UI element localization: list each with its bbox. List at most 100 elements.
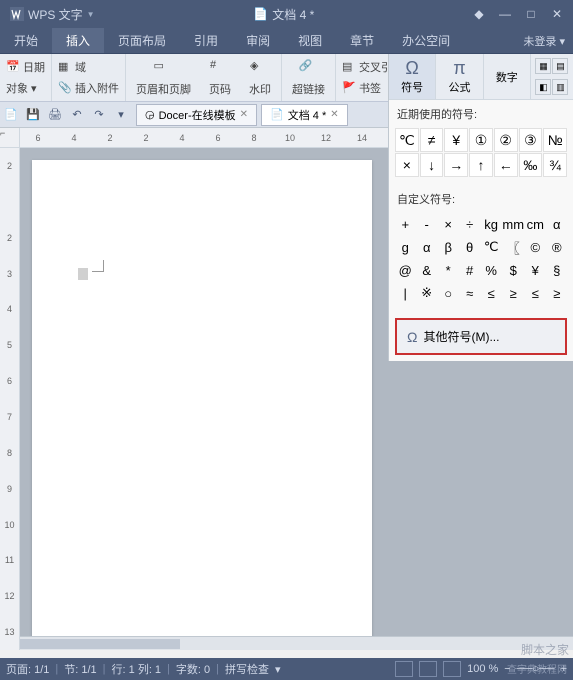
- symbol-cell[interactable]: ÷: [459, 213, 479, 235]
- page-number-button[interactable]: #页码: [203, 57, 237, 99]
- symbol-cell[interactable]: mm: [502, 213, 524, 235]
- menu-layout[interactable]: 页面布局: [104, 28, 180, 53]
- symbol-cell[interactable]: |: [395, 282, 415, 304]
- symbol-cell[interactable]: ¥: [525, 259, 545, 281]
- symbol-cell[interactable]: ←: [494, 153, 518, 177]
- doc-tab-current[interactable]: 📄 文档 4 * ✕: [261, 104, 348, 126]
- mini-btn-1[interactable]: ▦: [535, 58, 551, 74]
- field-button[interactable]: ▦域: [56, 58, 121, 76]
- attachment-button[interactable]: 📎插入附件: [56, 79, 121, 97]
- hyperlink-button[interactable]: 🔗超链接: [286, 57, 331, 99]
- math-tab[interactable]: 数字: [484, 54, 531, 99]
- doc-tab-docer[interactable]: ◶ Docer-在线模板 ✕: [136, 104, 257, 126]
- help-button[interactable]: ◆: [467, 4, 491, 24]
- zoom-level[interactable]: 100 %: [467, 663, 498, 675]
- symbol-cell[interactable]: ≈: [459, 282, 479, 304]
- symbol-cell[interactable]: ‰: [519, 153, 543, 177]
- print-button[interactable]: 🖨: [44, 104, 66, 126]
- symbol-cell[interactable]: *: [438, 259, 458, 281]
- app-menu[interactable]: WPS 文字 ▼: [4, 6, 101, 23]
- zoom-out-button[interactable]: −: [504, 663, 510, 675]
- symbol-cell[interactable]: ①: [469, 128, 493, 152]
- scrollbar-horizontal[interactable]: [20, 636, 573, 650]
- symbol-cell[interactable]: @: [395, 259, 415, 281]
- symbol-cell[interactable]: →: [444, 153, 468, 177]
- symbol-cell[interactable]: ※: [416, 282, 436, 304]
- symbol-cell[interactable]: &: [416, 259, 436, 281]
- symbol-cell[interactable]: %: [481, 259, 501, 281]
- symbol-cell[interactable]: cm: [525, 213, 545, 235]
- symbol-cell[interactable]: $: [502, 259, 524, 281]
- symbol-cell[interactable]: ¾: [543, 153, 567, 177]
- symbol-cell[interactable]: §: [547, 259, 567, 281]
- header-footer-button[interactable]: ▭页眉和页脚: [130, 57, 197, 99]
- undo-button[interactable]: ↶: [66, 104, 88, 126]
- symbol-cell[interactable]: ≤: [481, 282, 501, 304]
- symbol-cell[interactable]: ↑: [469, 153, 493, 177]
- view-mode-2[interactable]: [419, 661, 437, 677]
- qat-more-button[interactable]: ▾: [110, 104, 132, 126]
- symbol-cell[interactable]: ③: [519, 128, 543, 152]
- menu-chapter[interactable]: 章节: [336, 28, 388, 53]
- symbol-cell[interactable]: β: [438, 236, 458, 258]
- symbol-cell[interactable]: α: [416, 236, 436, 258]
- other-symbols-button[interactable]: Ω 其他符号(M)...: [395, 318, 567, 355]
- symbol-cell[interactable]: ↓: [420, 153, 444, 177]
- symbol-cell[interactable]: ¥: [444, 128, 468, 152]
- symbol-cell[interactable]: -: [416, 213, 436, 235]
- symbol-cell[interactable]: +: [395, 213, 415, 235]
- symbol-cell[interactable]: ≠: [420, 128, 444, 152]
- symbol-cell[interactable]: ≥: [547, 282, 567, 304]
- close-button[interactable]: ✕: [545, 4, 569, 24]
- status-position[interactable]: 行: 1 列: 1: [112, 661, 162, 677]
- mini-btn-2[interactable]: ▤: [552, 58, 568, 74]
- mini-btn-3[interactable]: ◧: [535, 79, 551, 95]
- status-spellcheck[interactable]: 拼写检查: [225, 661, 269, 677]
- symbol-cell[interactable]: 〖: [502, 236, 524, 258]
- symbol-tab[interactable]: Ω 符号: [389, 54, 436, 99]
- status-page[interactable]: 页面: 1/1: [6, 661, 49, 677]
- view-mode-3[interactable]: [443, 661, 461, 677]
- menu-review[interactable]: 审阅: [232, 28, 284, 53]
- zoom-slider[interactable]: ──○──: [517, 663, 555, 675]
- menu-reference[interactable]: 引用: [180, 28, 232, 53]
- status-words[interactable]: 字数: 0: [176, 661, 210, 677]
- symbol-cell[interactable]: ℃: [395, 128, 419, 152]
- symbol-cell[interactable]: ○: [438, 282, 458, 304]
- symbol-cell[interactable]: ℃: [481, 236, 501, 258]
- symbol-cell[interactable]: ≤: [525, 282, 545, 304]
- document-page[interactable]: [32, 160, 372, 640]
- close-icon[interactable]: ✕: [240, 109, 248, 120]
- symbol-cell[interactable]: ×: [438, 213, 458, 235]
- object-button[interactable]: 对象▾: [4, 79, 47, 97]
- save-button[interactable]: 💾: [22, 104, 44, 126]
- view-mode-1[interactable]: [395, 661, 413, 677]
- symbol-cell[interactable]: ②: [494, 128, 518, 152]
- equation-tab[interactable]: π π 公式 公式: [436, 54, 483, 99]
- symbol-cell[interactable]: ©: [525, 236, 545, 258]
- new-button[interactable]: 📄: [0, 104, 22, 126]
- symbol-cell[interactable]: ≥: [502, 282, 524, 304]
- symbol-cell[interactable]: ×: [395, 153, 419, 177]
- minimize-button[interactable]: —: [493, 4, 517, 24]
- status-section[interactable]: 节: 1/1: [64, 661, 96, 677]
- menu-view[interactable]: 视图: [284, 28, 336, 53]
- symbol-cell[interactable]: g: [395, 236, 415, 258]
- symbol-cell[interactable]: kg: [481, 213, 501, 235]
- symbol-cell[interactable]: θ: [459, 236, 479, 258]
- scrollbar-thumb[interactable]: [20, 639, 180, 649]
- menu-workspace[interactable]: 办公空间: [388, 28, 464, 53]
- redo-button[interactable]: ↷: [88, 104, 110, 126]
- mini-btn-4[interactable]: ▥: [552, 79, 568, 95]
- zoom-in-button[interactable]: +: [561, 663, 567, 675]
- symbol-cell[interactable]: #: [459, 259, 479, 281]
- close-icon[interactable]: ✕: [330, 109, 338, 120]
- menu-insert[interactable]: 插入: [52, 28, 104, 53]
- watermark-button[interactable]: ◈水印: [243, 57, 277, 99]
- login-status[interactable]: 未登录 ▾: [515, 29, 573, 53]
- symbol-cell[interactable]: α: [547, 213, 567, 235]
- maximize-button[interactable]: □: [519, 4, 543, 24]
- date-button[interactable]: 📅日期: [4, 58, 47, 76]
- symbol-cell[interactable]: ®: [547, 236, 567, 258]
- symbol-cell[interactable]: №: [543, 128, 567, 152]
